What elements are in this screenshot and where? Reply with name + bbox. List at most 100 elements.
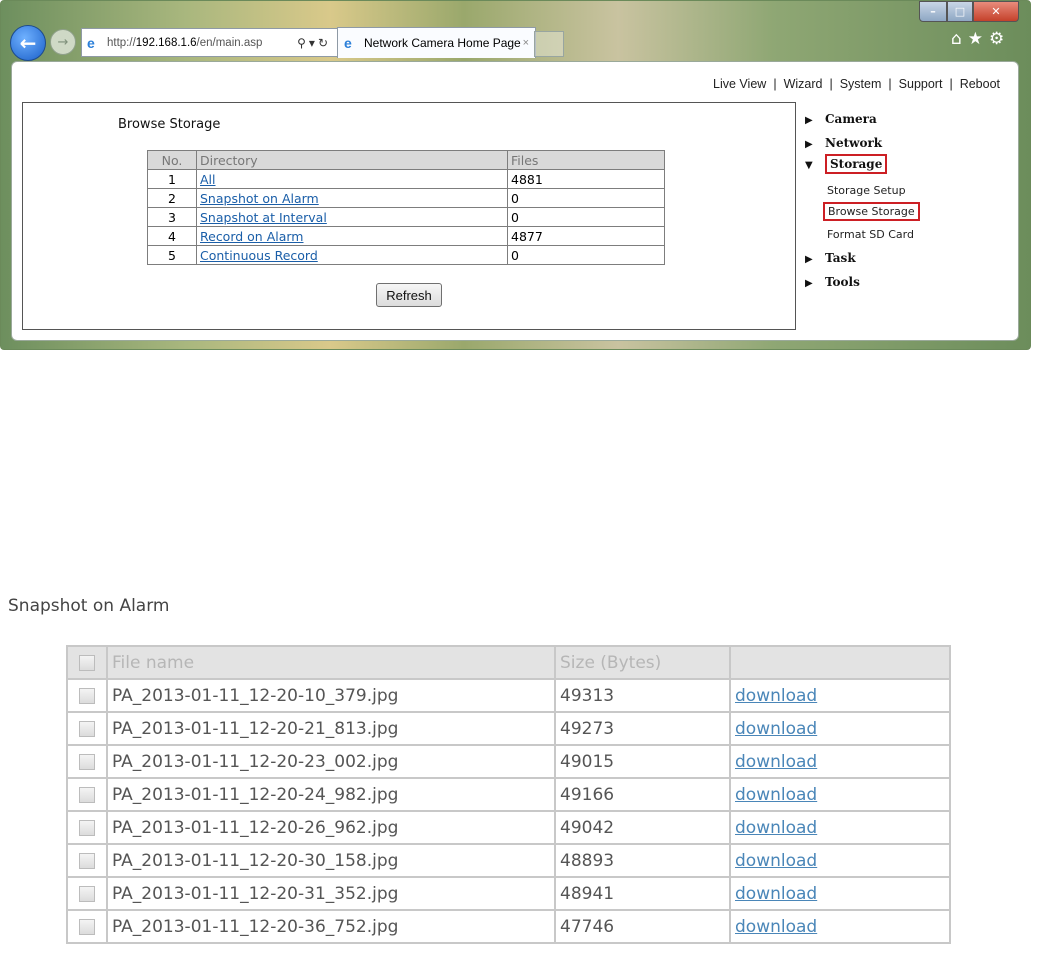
row-checkbox[interactable]: [79, 819, 95, 836]
row-checkbox[interactable]: [79, 720, 95, 737]
download-link[interactable]: download: [735, 686, 817, 706]
row-directory-cell: Continuous Record: [196, 245, 508, 265]
menu-network[interactable]: ▶ Network: [805, 136, 882, 150]
file-name-cell: PA_2013-01-11_12-20-24_982.jpg: [106, 777, 556, 812]
minimize-icon[interactable]: –: [919, 1, 947, 22]
nav-reboot[interactable]: Reboot: [960, 77, 1000, 91]
row-checkbox[interactable]: [79, 786, 95, 803]
table-header-row: No. Directory Files: [147, 150, 665, 170]
row-files: 4877: [507, 226, 665, 246]
directory-link-continuous-record[interactable]: Continuous Record: [200, 248, 318, 263]
nav-live-view[interactable]: Live View: [713, 77, 766, 91]
menu-camera[interactable]: ▶ Camera: [805, 112, 877, 126]
browser-toolbar: ← → e http://192.168.1.6/en/main.asp ⚲▾↻…: [1, 1, 1030, 61]
file-size-cell: 49166: [554, 777, 731, 812]
download-cell: download: [729, 843, 951, 878]
close-icon[interactable]: ✕: [973, 1, 1019, 22]
row-files: 0: [507, 188, 665, 208]
tab-network-camera[interactable]: e Network Camera Home Page ×: [337, 27, 536, 58]
url-host: 192.168.1.6: [135, 36, 197, 49]
home-icon[interactable]: ⌂: [951, 29, 962, 49]
row-select-cell: [66, 678, 108, 713]
row-select-cell: [66, 909, 108, 944]
row-no: 2: [147, 188, 197, 208]
row-select-cell: [66, 876, 108, 911]
table-row: 5 Continuous Record 0: [147, 245, 665, 265]
directory-link-snapshot-on-alarm[interactable]: Snapshot on Alarm: [200, 191, 319, 206]
menu-task-label: Task: [825, 251, 856, 265]
file-name-cell: PA_2013-01-11_12-20-36_752.jpg: [106, 909, 556, 944]
download-cell: download: [729, 711, 951, 746]
nav-wizard[interactable]: Wizard: [784, 77, 823, 91]
forward-arrow-icon[interactable]: →: [50, 29, 76, 55]
menu-camera-label: Camera: [825, 112, 877, 126]
table-row: PA_2013-01-11_12-20-23_002.jpg 49015 dow…: [66, 744, 951, 779]
row-select-cell: [66, 744, 108, 779]
table-row: PA_2013-01-11_12-20-26_962.jpg 49042 dow…: [66, 810, 951, 845]
row-select-cell: [66, 777, 108, 812]
star-icon[interactable]: ★: [968, 29, 983, 49]
new-tab-button[interactable]: [534, 31, 564, 57]
url-path: /en/main.asp: [196, 36, 263, 49]
row-directory-cell: Snapshot at Interval: [196, 207, 508, 227]
panel-title: Browse Storage: [118, 117, 221, 132]
menu-task[interactable]: ▶ Task: [805, 251, 856, 265]
row-checkbox[interactable]: [79, 852, 95, 869]
ie-tab-icon: e: [344, 35, 352, 51]
table-row: PA_2013-01-11_12-20-10_379.jpg 49313 dow…: [66, 678, 951, 713]
download-link[interactable]: download: [735, 818, 817, 838]
top-navigation: Live View | Wizard | System | Support | Reboot: [713, 77, 1000, 91]
snapshot-file-table: File name Size (Bytes) PA_2013-01-11_12-…: [66, 645, 951, 944]
row-checkbox[interactable]: [79, 885, 95, 902]
browser-right-icons: ⌂ ★ ⚙: [951, 29, 1004, 49]
table-row: 3 Snapshot at Interval 0: [147, 207, 665, 227]
submenu-storage-setup[interactable]: Storage Setup: [827, 184, 906, 197]
directory-link-record-on-alarm[interactable]: Record on Alarm: [200, 229, 304, 244]
download-link[interactable]: download: [735, 719, 817, 739]
camera-web-page: Live View | Wizard | System | Support | Reboot B…: [11, 61, 1019, 341]
row-no: 5: [147, 245, 197, 265]
submenu-browse-storage[interactable]: Browse Storage: [823, 202, 920, 221]
select-all-checkbox[interactable]: [79, 654, 95, 671]
directory-link-all[interactable]: All: [200, 172, 216, 187]
download-link[interactable]: download: [735, 917, 817, 937]
nav-support[interactable]: Support: [899, 77, 943, 91]
menu-storage[interactable]: ▼ Storage: [805, 154, 888, 174]
file-size-cell: 47746: [554, 909, 731, 944]
row-select-cell: [66, 843, 108, 878]
maximize-icon[interactable]: □: [947, 1, 973, 22]
submenu-format-sd-card[interactable]: Format SD Card: [827, 228, 914, 241]
tab-title: Network Camera Home Page: [364, 36, 521, 50]
download-link[interactable]: download: [735, 752, 817, 772]
download-link[interactable]: download: [735, 884, 817, 904]
expand-arrow-icon: ▶: [805, 278, 813, 289]
collapse-arrow-icon: ▼: [805, 160, 813, 171]
row-checkbox[interactable]: [79, 753, 95, 770]
row-checkbox[interactable]: [79, 918, 95, 935]
search-refresh-icons[interactable]: ⚲▾↻: [297, 36, 331, 50]
gear-icon[interactable]: ⚙: [989, 29, 1004, 49]
table-row: 2 Snapshot on Alarm 0: [147, 188, 665, 208]
directory-link-snapshot-at-interval[interactable]: Snapshot at Interval: [200, 210, 327, 225]
table-row: PA_2013-01-11_12-20-31_352.jpg 48941 dow…: [66, 876, 951, 911]
file-name-cell: PA_2013-01-11_12-20-10_379.jpg: [106, 678, 556, 713]
table-row: PA_2013-01-11_12-20-21_813.jpg 49273 dow…: [66, 711, 951, 746]
refresh-button[interactable]: Refresh: [376, 283, 442, 307]
tab-close-icon[interactable]: ×: [523, 37, 529, 49]
file-size-cell: 49042: [554, 810, 731, 845]
nav-system[interactable]: System: [840, 77, 882, 91]
menu-tools[interactable]: ▶ Tools: [805, 275, 860, 289]
address-bar[interactable]: e http://192.168.1.6/en/main.asp ⚲▾↻: [81, 28, 338, 57]
browse-storage-panel: Browse Storage No. Directory Files 1 All…: [22, 102, 796, 330]
download-link[interactable]: download: [735, 851, 817, 871]
row-files: 4881: [507, 169, 665, 189]
row-files: 0: [507, 245, 665, 265]
row-directory-cell: Snapshot on Alarm: [196, 188, 508, 208]
download-link[interactable]: download: [735, 785, 817, 805]
header-no: No.: [147, 150, 197, 170]
back-arrow-icon[interactable]: ←: [10, 25, 46, 61]
row-checkbox[interactable]: [79, 687, 95, 704]
snapshot-section-title: Snapshot on Alarm: [8, 596, 170, 616]
header-download: [729, 645, 951, 680]
file-name-cell: PA_2013-01-11_12-20-21_813.jpg: [106, 711, 556, 746]
